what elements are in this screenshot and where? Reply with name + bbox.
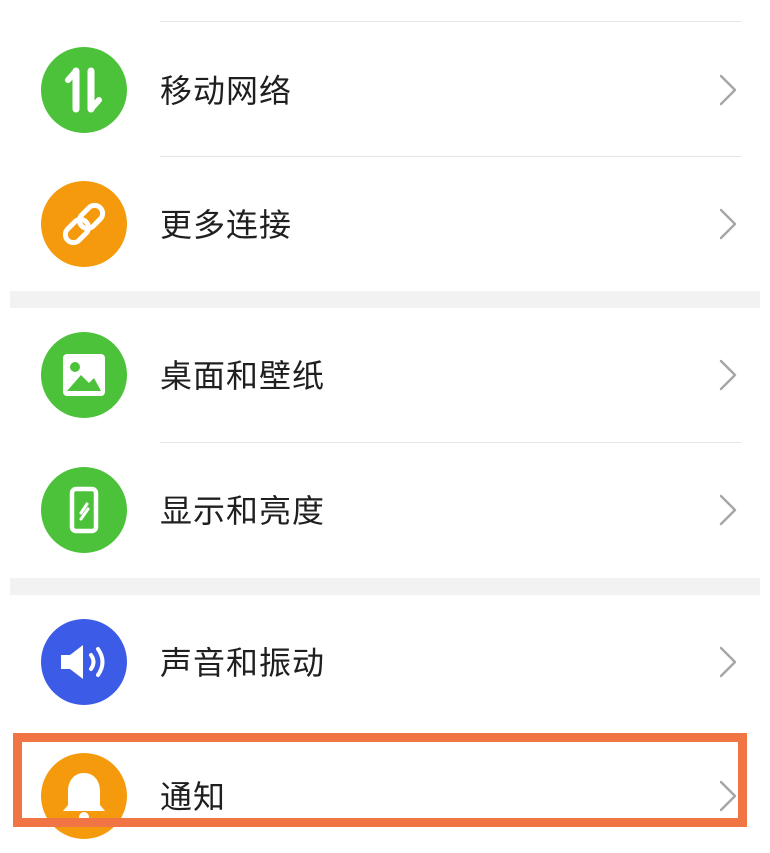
section-separator [10,291,760,308]
settings-item-label: 移动网络 [160,72,293,110]
chevron-right-icon [717,779,739,813]
bell-icon [41,753,127,839]
settings-item-label: 更多连接 [160,206,293,244]
settings-item-sound-vibration[interactable]: 声音和振动 [10,595,760,729]
top-divider [160,21,741,22]
settings-page: 移动网络 更多连接 桌面和壁纸 显示和亮度 声音和振动 通知 [0,0,770,853]
settings-item-display-brightness[interactable]: 显示和亮度 [10,443,760,578]
settings-item-label: 显示和亮度 [160,492,326,530]
settings-item-notifications[interactable]: 通知 [10,729,760,853]
settings-item-label: 通知 [160,778,227,816]
phone-brightness-icon [41,467,127,553]
speaker-icon [41,619,127,705]
chevron-right-icon [717,207,739,241]
image-icon [41,332,127,418]
chevron-right-icon [717,493,739,527]
settings-item-desktop-wallpaper[interactable]: 桌面和壁纸 [10,308,760,442]
settings-item-more-connections[interactable]: 更多连接 [10,157,760,291]
chevron-right-icon [717,645,739,679]
section-separator [10,578,760,595]
settings-item-mobile-network[interactable]: 移动网络 [10,24,760,156]
link-icon [41,181,127,267]
settings-item-label: 桌面和壁纸 [160,357,326,395]
settings-item-label: 声音和振动 [160,644,326,682]
mobile-data-icon [41,47,127,133]
chevron-right-icon [717,358,739,392]
chevron-right-icon [717,73,739,107]
